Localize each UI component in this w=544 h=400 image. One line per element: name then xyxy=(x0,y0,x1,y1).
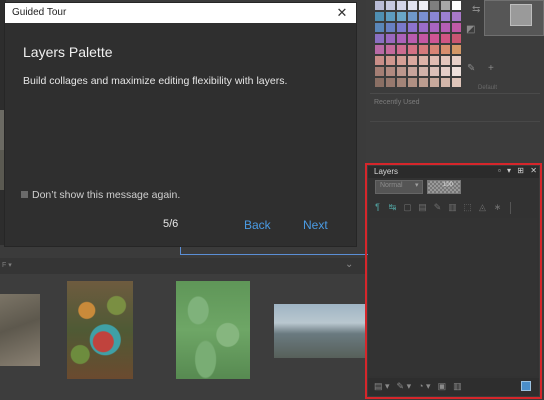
color-swatch[interactable] xyxy=(429,66,440,77)
color-swatch[interactable] xyxy=(451,22,462,33)
dont-show-checkbox[interactable] xyxy=(21,191,28,198)
color-swatch[interactable] xyxy=(451,55,462,66)
color-swatch[interactable] xyxy=(418,22,429,33)
thumbnail-partial[interactable] xyxy=(0,294,40,366)
color-swatch[interactable] xyxy=(396,11,407,22)
color-swatch[interactable] xyxy=(440,11,451,22)
color-swatch[interactable] xyxy=(451,33,462,44)
color-swatch[interactable] xyxy=(429,77,440,88)
layers-palette-highlight xyxy=(365,163,542,399)
foreground-color-swatch[interactable] xyxy=(510,4,532,26)
color-swatch[interactable] xyxy=(385,66,396,77)
color-swatch[interactable] xyxy=(407,0,418,11)
swap-colors-icon[interactable]: ⇆ xyxy=(472,5,480,15)
color-swatch[interactable] xyxy=(418,11,429,22)
color-swatch[interactable] xyxy=(418,33,429,44)
color-swatch[interactable] xyxy=(440,77,451,88)
color-swatch[interactable] xyxy=(429,55,440,66)
color-swatch[interactable] xyxy=(407,44,418,55)
color-swatch[interactable] xyxy=(396,33,407,44)
tour-description: Build collages and maximize editing flex… xyxy=(23,75,288,87)
color-swatch[interactable] xyxy=(418,77,429,88)
color-swatch[interactable] xyxy=(451,11,462,22)
color-swatch[interactable] xyxy=(429,33,440,44)
color-swatch[interactable] xyxy=(418,0,429,11)
color-swatch[interactable] xyxy=(374,44,385,55)
bin-collapse-chevron-icon[interactable]: ⌄ xyxy=(345,259,353,270)
tour-heading: Layers Palette xyxy=(23,44,113,60)
color-swatch[interactable] xyxy=(440,22,451,33)
color-swatch[interactable] xyxy=(407,11,418,22)
color-swatch[interactable] xyxy=(374,33,385,44)
color-swatch[interactable] xyxy=(440,44,451,55)
color-swatch[interactable] xyxy=(385,44,396,55)
color-swatch-grid[interactable] xyxy=(374,0,462,88)
thumbnail-leaves[interactable] xyxy=(176,281,250,379)
color-swatch[interactable] xyxy=(407,77,418,88)
color-swatch[interactable] xyxy=(429,44,440,55)
color-swatch[interactable] xyxy=(418,66,429,77)
color-swatch[interactable] xyxy=(429,11,440,22)
color-swatch[interactable] xyxy=(429,0,440,11)
color-swatch[interactable] xyxy=(374,11,385,22)
color-swatch[interactable] xyxy=(374,22,385,33)
color-swatch[interactable] xyxy=(374,77,385,88)
dont-show-label[interactable]: Don’t show this message again. xyxy=(32,189,180,201)
color-swatch[interactable] xyxy=(407,22,418,33)
color-swatch[interactable] xyxy=(418,55,429,66)
bin-toolbar xyxy=(0,258,366,274)
color-swatch[interactable] xyxy=(396,22,407,33)
color-swatch[interactable] xyxy=(451,0,462,11)
eyedropper-icon[interactable]: ✎ xyxy=(467,64,475,74)
color-swatch[interactable] xyxy=(385,0,396,11)
tour-title: Guided Tour xyxy=(12,7,67,18)
transparent-color-icon[interactable]: ◩ xyxy=(466,25,475,35)
tour-step-counter: 5/6 xyxy=(163,218,179,230)
color-swatch[interactable] xyxy=(396,0,407,11)
color-swatch[interactable] xyxy=(385,11,396,22)
color-swatch[interactable] xyxy=(451,77,462,88)
bin-menu-label[interactable]: F ▾ xyxy=(2,261,12,269)
color-swatch[interactable] xyxy=(429,22,440,33)
color-swatch[interactable] xyxy=(374,0,385,11)
palette-default-label[interactable]: Default xyxy=(478,85,497,91)
color-swatch[interactable] xyxy=(451,66,462,77)
color-swatch[interactable] xyxy=(385,22,396,33)
color-swatch[interactable] xyxy=(385,55,396,66)
color-swatch[interactable] xyxy=(396,66,407,77)
recently-used-label: Recently Used xyxy=(374,99,420,106)
color-swatch[interactable] xyxy=(440,33,451,44)
thumbnail-vegetables[interactable] xyxy=(67,281,133,379)
color-swatch[interactable] xyxy=(374,55,385,66)
color-swatch[interactable] xyxy=(440,66,451,77)
color-swatch[interactable] xyxy=(374,66,385,77)
thumbnail-city[interactable] xyxy=(274,304,366,358)
color-swatch[interactable] xyxy=(396,77,407,88)
color-swatch[interactable] xyxy=(440,55,451,66)
color-swatch[interactable] xyxy=(407,33,418,44)
back-button[interactable]: Back xyxy=(244,218,271,232)
color-swatch[interactable] xyxy=(451,44,462,55)
add-swatch-icon[interactable]: + xyxy=(488,64,494,74)
color-swatch[interactable] xyxy=(440,0,451,11)
close-icon[interactable]: ✕ xyxy=(333,4,351,22)
next-button[interactable]: Next xyxy=(303,218,328,232)
color-swatch[interactable] xyxy=(396,55,407,66)
color-swatch[interactable] xyxy=(396,44,407,55)
color-swatch[interactable] xyxy=(407,55,418,66)
recently-used-divider xyxy=(370,121,540,122)
color-swatch[interactable] xyxy=(418,44,429,55)
color-swatch[interactable] xyxy=(385,33,396,44)
tour-connector-line-horizontal xyxy=(180,254,368,255)
guided-tour-dialog xyxy=(5,3,356,246)
palette-divider xyxy=(370,93,540,94)
color-swatch[interactable] xyxy=(385,77,396,88)
color-swatch[interactable] xyxy=(407,66,418,77)
